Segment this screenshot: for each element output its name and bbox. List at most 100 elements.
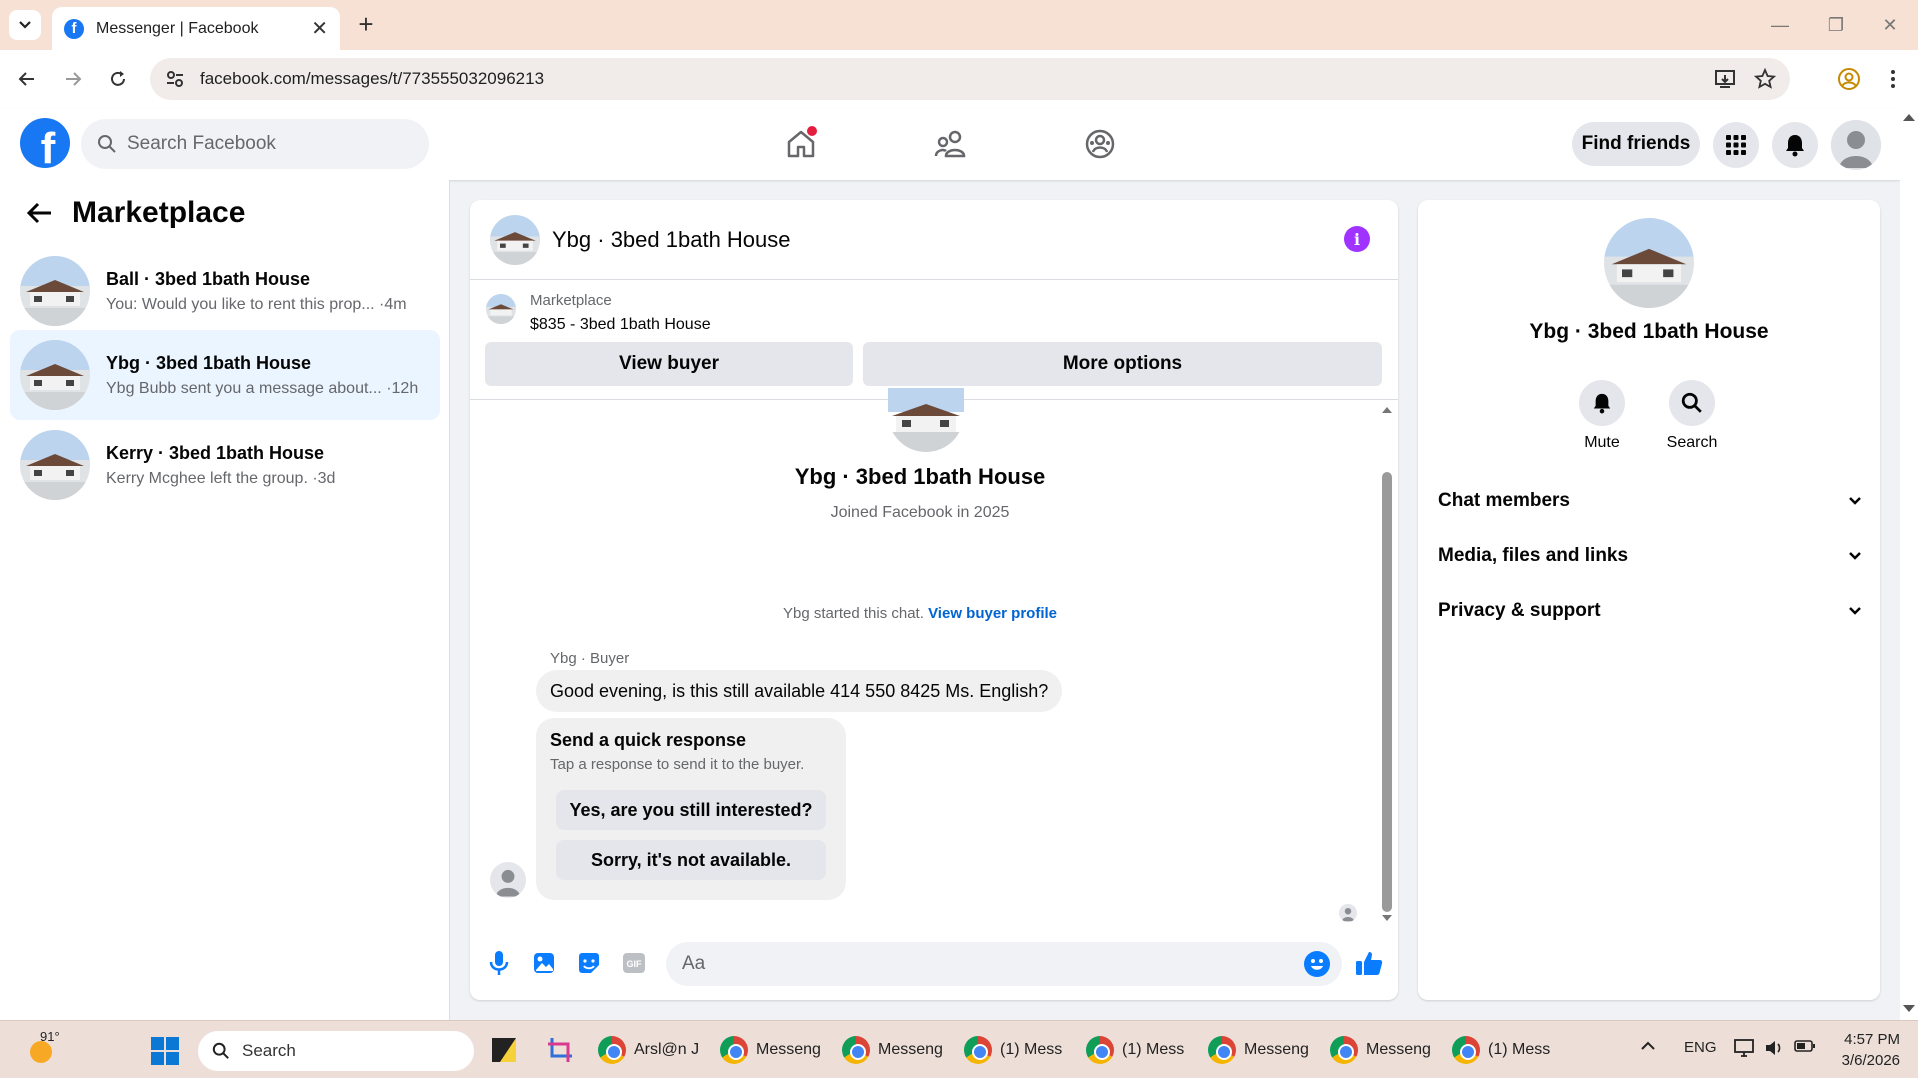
- back-arrow-icon[interactable]: [24, 197, 56, 229]
- thread-scrollbar[interactable]: [1380, 404, 1394, 924]
- scroll-up-arrow-icon[interactable]: [1900, 110, 1918, 124]
- close-window-button[interactable]: ✕: [1862, 8, 1918, 42]
- search-action[interactable]: Search: [1647, 380, 1737, 452]
- thumbs-up-icon[interactable]: [1354, 948, 1384, 978]
- volume-icon[interactable]: [1764, 1039, 1784, 1061]
- search-in-chat-button[interactable]: [1669, 380, 1715, 426]
- notifications-button[interactable]: [1772, 122, 1818, 168]
- facebook-search-input[interactable]: Search Facebook: [81, 119, 429, 169]
- chevron-down-icon: [19, 21, 31, 29]
- network-icon[interactable]: [1734, 1039, 1754, 1061]
- conversation-item[interactable]: Ball · 3bed 1bath House You: Would you l…: [10, 246, 440, 336]
- taskbar-app[interactable]: Arsl@n J: [598, 1033, 702, 1067]
- find-friends-button[interactable]: Find friends: [1572, 122, 1700, 166]
- scrollbar-thumb[interactable]: [1382, 472, 1392, 912]
- profile-name: Ybg · 3bed 1bath House: [794, 464, 1046, 489]
- profile-thumbnail: [888, 388, 964, 452]
- menu-kebab-icon[interactable]: [1878, 64, 1908, 94]
- restore-button[interactable]: ❐: [1808, 8, 1864, 42]
- facebook-favicon-icon: f: [64, 18, 84, 39]
- nav-friends-button[interactable]: [929, 122, 973, 166]
- chat-header-thumbnail[interactable]: [490, 214, 540, 265]
- mute-action[interactable]: Mute: [1557, 380, 1647, 452]
- menu-grid-button[interactable]: [1713, 122, 1759, 168]
- message-input[interactable]: Aa: [666, 942, 1342, 986]
- chrome-icon: [1330, 1036, 1358, 1064]
- conversation-preview: You: Would you like to rent this prop...…: [106, 295, 407, 313]
- view-buyer-profile-link[interactable]: View buyer profile: [928, 605, 1057, 622]
- taskbar-app[interactable]: Messeng: [1330, 1033, 1434, 1067]
- taskbar-sticky-notes[interactable]: [490, 1033, 518, 1067]
- taskbar-app-label: Messeng: [1366, 1041, 1431, 1058]
- privacy-support-row[interactable]: Privacy & support: [1438, 591, 1862, 631]
- taskbar-snipping-tool[interactable]: [546, 1033, 574, 1067]
- taskbar-app[interactable]: (1) Mess: [964, 1033, 1068, 1067]
- system-clock[interactable]: 4:57 PM 3/6/2026: [1830, 1029, 1900, 1071]
- incoming-message-bubble[interactable]: Good evening, is this still available 41…: [536, 670, 1063, 712]
- scroll-down-arrow-icon[interactable]: [1900, 1002, 1918, 1016]
- chat-members-row[interactable]: Chat members: [1438, 481, 1862, 521]
- account-avatar-button[interactable]: [1831, 120, 1881, 170]
- seen-receipt-avatar: [1339, 904, 1357, 922]
- conversation-item[interactable]: Kerry · 3bed 1bath House Kerry Mcghee le…: [10, 420, 440, 510]
- reload-icon[interactable]: [103, 64, 133, 94]
- install-app-icon[interactable]: [1710, 64, 1740, 94]
- nav-groups-button[interactable]: [1078, 122, 1122, 166]
- chat-title[interactable]: Ybg · 3bed 1bath House: [552, 227, 791, 253]
- mute-button[interactable]: [1579, 380, 1625, 426]
- minimize-button[interactable]: —: [1752, 8, 1808, 42]
- conversation-item-active[interactable]: Ybg · 3bed 1bath House Ybg Bubb sent you…: [10, 330, 440, 420]
- media-files-links-row[interactable]: Media, files and links: [1438, 536, 1862, 576]
- tab-search-button[interactable]: [9, 10, 41, 40]
- taskbar-app[interactable]: Messeng: [1208, 1033, 1312, 1067]
- info-icon[interactable]: i: [1344, 226, 1370, 252]
- quick-reply-interested-button[interactable]: Yes, are you still interested?: [556, 790, 826, 830]
- quick-response-card: Send a quick response Tap a response to …: [536, 718, 846, 900]
- language-indicator[interactable]: ENG: [1684, 1039, 1717, 1056]
- clock-date: 3/6/2026: [1841, 1052, 1900, 1069]
- profile-icon[interactable]: [1834, 64, 1864, 94]
- view-buyer-button[interactable]: View buyer: [485, 342, 853, 386]
- groups-icon: [1085, 129, 1115, 159]
- chevron-down-icon: [1849, 607, 1861, 615]
- listing-source: Marketplace: [530, 292, 612, 309]
- start-button[interactable]: [150, 1036, 180, 1066]
- show-hidden-icons-chevron-icon[interactable]: [1640, 1039, 1656, 1056]
- browser-tab[interactable]: f Messenger | Facebook ✕: [52, 7, 340, 50]
- close-tab-icon[interactable]: ✕: [311, 16, 328, 41]
- weather-widget[interactable]: 91°: [24, 1029, 62, 1069]
- quick-reply-unavailable-button[interactable]: Sorry, it's not available.: [556, 840, 826, 880]
- new-tab-button[interactable]: +: [352, 9, 380, 39]
- gif-icon[interactable]: GIF: [619, 948, 649, 978]
- taskbar-app[interactable]: Messeng: [842, 1033, 946, 1067]
- facebook-logo[interactable]: f: [20, 118, 70, 168]
- sticker-icon[interactable]: [574, 948, 604, 978]
- chat-details-panel: Ybg · 3bed 1bath House Mute Search Chat …: [1418, 200, 1880, 1000]
- bookmark-star-icon[interactable]: [1750, 64, 1780, 94]
- page-scrollbar[interactable]: [1900, 108, 1918, 1020]
- scroll-down-arrow-icon[interactable]: [1380, 914, 1394, 924]
- chat-panel: Ybg · 3bed 1bath House i Marketplace $83…: [470, 200, 1398, 1000]
- forward-icon[interactable]: [58, 64, 88, 94]
- scroll-up-arrow-icon[interactable]: [1380, 404, 1394, 414]
- back-icon[interactable]: [12, 64, 42, 94]
- microphone-icon[interactable]: [484, 948, 514, 978]
- chat-started-notice: Ybg started this chat. View buyer profil…: [470, 605, 1370, 622]
- details-avatar[interactable]: [1604, 218, 1694, 308]
- site-settings-icon[interactable]: [164, 68, 186, 90]
- nav-home-button[interactable]: [779, 122, 823, 166]
- sender-avatar[interactable]: [490, 862, 526, 898]
- taskbar-app[interactable]: (1) Mess: [1452, 1033, 1556, 1067]
- taskbar-app[interactable]: (1) Mess: [1086, 1033, 1190, 1067]
- taskbar-app-label: (1) Mess: [1488, 1041, 1551, 1058]
- listing-thumbnail: [486, 294, 516, 324]
- photo-icon[interactable]: [529, 948, 559, 978]
- address-bar[interactable]: facebook.com/messages/t/773555032096213: [150, 58, 1790, 100]
- battery-icon[interactable]: [1794, 1039, 1816, 1057]
- more-options-button[interactable]: More options: [863, 342, 1382, 386]
- taskbar-app[interactable]: Messeng: [720, 1033, 824, 1067]
- taskbar-app-label: (1) Mess: [1122, 1041, 1185, 1058]
- taskbar-search[interactable]: Search: [198, 1031, 474, 1071]
- facebook-header: f Search Facebook Find friends: [0, 108, 1900, 180]
- emoji-icon[interactable]: [1304, 951, 1330, 977]
